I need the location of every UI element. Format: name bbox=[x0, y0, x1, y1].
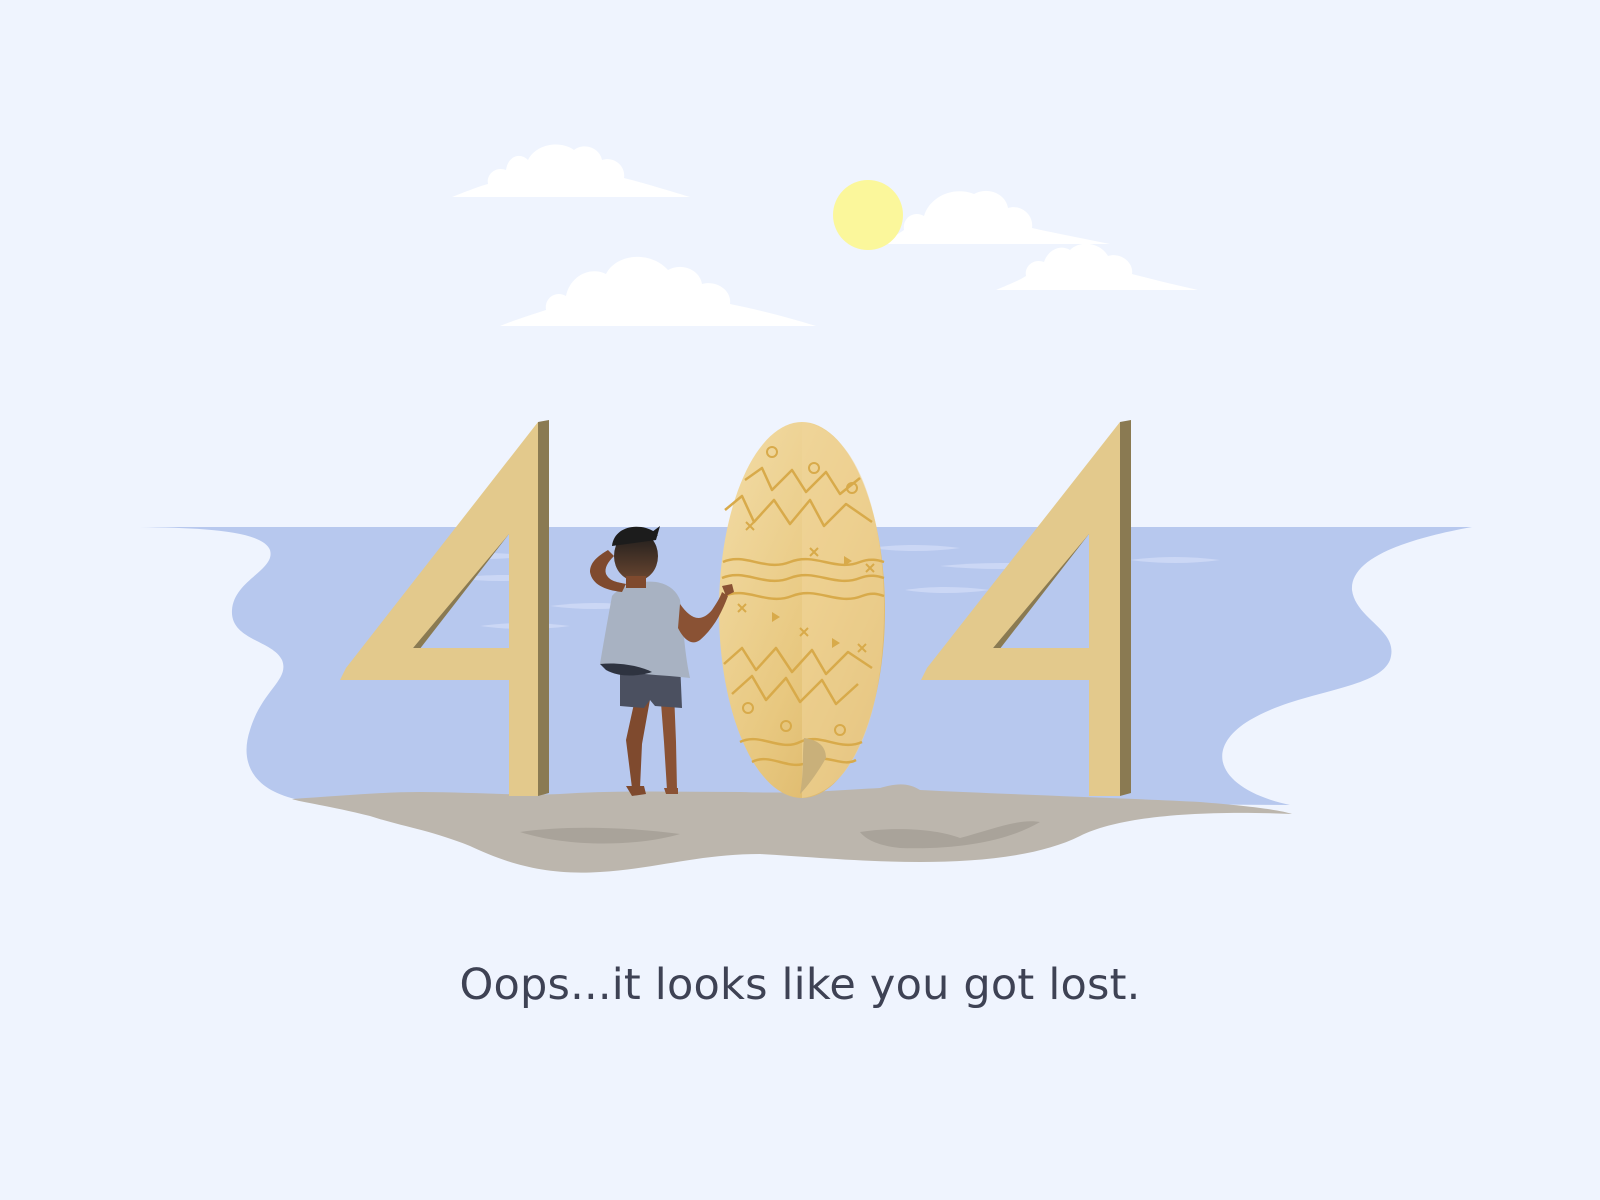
not-found-page: Oops...it looks like you got lost. bbox=[0, 0, 1600, 1200]
sun-icon bbox=[833, 180, 903, 250]
beach-404-illustration bbox=[140, 144, 1472, 873]
cloud-icon bbox=[452, 144, 690, 197]
cloud-icon bbox=[996, 243, 1198, 290]
cloud-icon bbox=[880, 190, 1110, 244]
error-message: Oops...it looks like you got lost. bbox=[459, 960, 1141, 1010]
cloud-icon bbox=[500, 256, 816, 326]
surfboard-icon bbox=[719, 422, 885, 798]
